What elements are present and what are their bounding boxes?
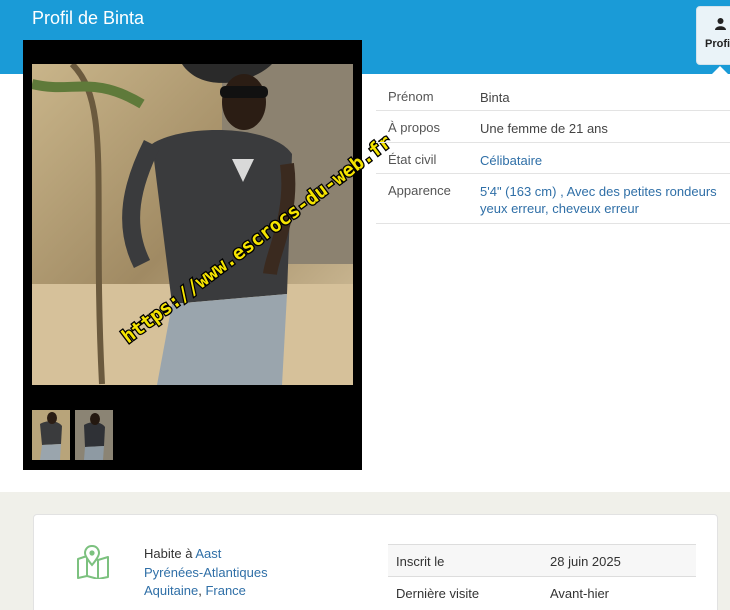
department-link[interactable]: Pyrénées-Atlantiques	[144, 565, 268, 580]
country-link[interactable]: France	[205, 583, 245, 598]
stat-row-last-visit: Dernière visite Avant-hier	[388, 576, 696, 608]
member-stats-table: Inscrit le 28 juin 2025 Dernière visite …	[388, 544, 696, 608]
location-prefix: Habite à	[144, 546, 196, 561]
info-value: Une femme de 21 ans	[480, 121, 608, 136]
info-value: Binta	[480, 90, 510, 105]
user-icon	[715, 18, 726, 30]
appearance-link[interactable]: yeux erreur, cheveux erreur	[480, 201, 639, 216]
info-label: État civil	[388, 152, 437, 167]
region-link[interactable]: Aquitaine	[144, 583, 198, 598]
info-row-appearance: Apparence 5'4" (163 cm) , Avec des petit…	[376, 174, 730, 224]
stat-label: Inscrit le	[396, 554, 445, 569]
info-label: Apparence	[388, 183, 451, 198]
photo-thumbnail[interactable]	[75, 410, 113, 460]
appearance-value: 5'4" (163 cm) , Avec des petites rondeur…	[480, 183, 730, 217]
photo-thumbnail[interactable]	[32, 410, 70, 460]
info-label: À propos	[388, 120, 441, 135]
tab-profile[interactable]: Profil	[696, 6, 730, 65]
profile-info-table: Prénom Binta À propos Une femme de 21 an…	[376, 80, 730, 224]
photo-gallery	[23, 40, 362, 470]
info-row-about: À propos Une femme de 21 ans	[376, 111, 730, 143]
info-row-marital-status: État civil Célibataire	[376, 143, 730, 174]
info-row-first-name: Prénom Binta	[376, 80, 730, 111]
stat-row-registered: Inscrit le 28 juin 2025	[388, 544, 696, 576]
city-link[interactable]: Aast	[195, 546, 221, 561]
active-tab-caret	[712, 66, 728, 74]
location-card: Habite à Aast Pyrénées-Atlantiques Aquit…	[33, 514, 718, 610]
marital-status-link[interactable]: Célibataire	[480, 152, 730, 169]
appearance-link[interactable]: 5'4" (163 cm) , Avec des petites rondeur…	[480, 184, 717, 199]
stat-value: Avant-hier	[550, 586, 610, 601]
stat-label: Dernière visite	[396, 586, 480, 601]
stat-value: 28 juin 2025	[550, 554, 621, 569]
location-text: Habite à Aast Pyrénées-Atlantiques Aquit…	[144, 545, 294, 601]
tab-profile-label: Profil	[705, 38, 730, 50]
map-marker-icon	[77, 545, 109, 579]
main-photo[interactable]	[32, 64, 353, 385]
info-label: Prénom	[388, 89, 434, 104]
page-title: Profil de Binta	[32, 8, 145, 28]
